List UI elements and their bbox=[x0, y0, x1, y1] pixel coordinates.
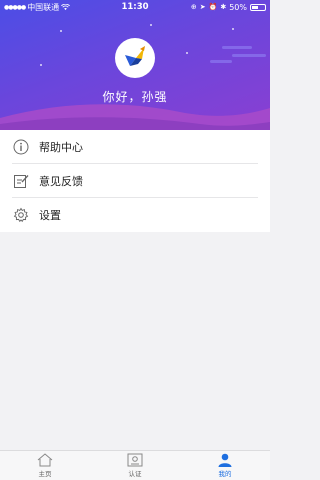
alarm-icon: ⏰ bbox=[208, 3, 218, 11]
star-decoration bbox=[150, 24, 152, 26]
rotation-lock-icon: ⊕ bbox=[190, 3, 197, 11]
menu-item-label: 设置 bbox=[39, 209, 61, 222]
battery-icon bbox=[250, 3, 266, 11]
menu-item-settings[interactable]: 设置 bbox=[12, 198, 258, 232]
tab-label: 我的 bbox=[218, 470, 232, 478]
certificate-icon bbox=[127, 453, 143, 467]
gear-icon bbox=[12, 206, 30, 224]
settings-menu: 帮助中心 意见反馈 设置 bbox=[0, 130, 270, 232]
menu-item-label: 意见反馈 bbox=[39, 174, 83, 188]
star-decoration bbox=[60, 30, 62, 32]
bottom-tab-bar: 主页 认证 我的 bbox=[0, 450, 270, 480]
tab-certification[interactable]: 认证 bbox=[90, 451, 180, 480]
star-decoration bbox=[40, 64, 42, 66]
tab-label: 认证 bbox=[128, 470, 142, 478]
tab-mine[interactable]: 我的 bbox=[180, 451, 270, 480]
feedback-icon bbox=[12, 172, 30, 190]
battery-percent: 50% bbox=[229, 2, 247, 12]
wifi-icon bbox=[61, 3, 71, 10]
avatar[interactable] bbox=[115, 38, 155, 78]
info-icon bbox=[12, 138, 30, 156]
clock: 11:30 bbox=[121, 2, 149, 12]
carrier-label: 中国联通 bbox=[27, 2, 60, 12]
star-decoration bbox=[232, 28, 234, 30]
cloud-decoration bbox=[232, 54, 266, 57]
star-decoration bbox=[186, 52, 188, 54]
bluetooth-icon: ✱ bbox=[220, 3, 227, 11]
menu-item-help-center[interactable]: 帮助中心 bbox=[12, 130, 258, 164]
menu-item-feedback[interactable]: 意见反馈 bbox=[12, 164, 258, 198]
home-icon bbox=[37, 453, 53, 467]
hill-decoration bbox=[0, 104, 270, 130]
tab-home[interactable]: 主页 bbox=[0, 451, 90, 480]
profile-header: ●●●●● 中国联通 11:30 ⊕ ➤ ⏰ ✱ 50% 你好，孙强 bbox=[0, 0, 270, 130]
bird-logo-icon bbox=[125, 46, 145, 66]
cloud-decoration bbox=[210, 60, 232, 63]
status-bar: ●●●●● 中国联通 11:30 ⊕ ➤ ⏰ ✱ 50% bbox=[0, 0, 270, 14]
tab-label: 主页 bbox=[38, 470, 52, 478]
signal-icon: ●●●●● bbox=[4, 3, 26, 11]
menu-item-label: 帮助中心 bbox=[39, 140, 83, 154]
person-icon bbox=[218, 453, 232, 467]
cloud-decoration bbox=[222, 46, 252, 49]
location-icon: ➤ bbox=[199, 3, 206, 11]
